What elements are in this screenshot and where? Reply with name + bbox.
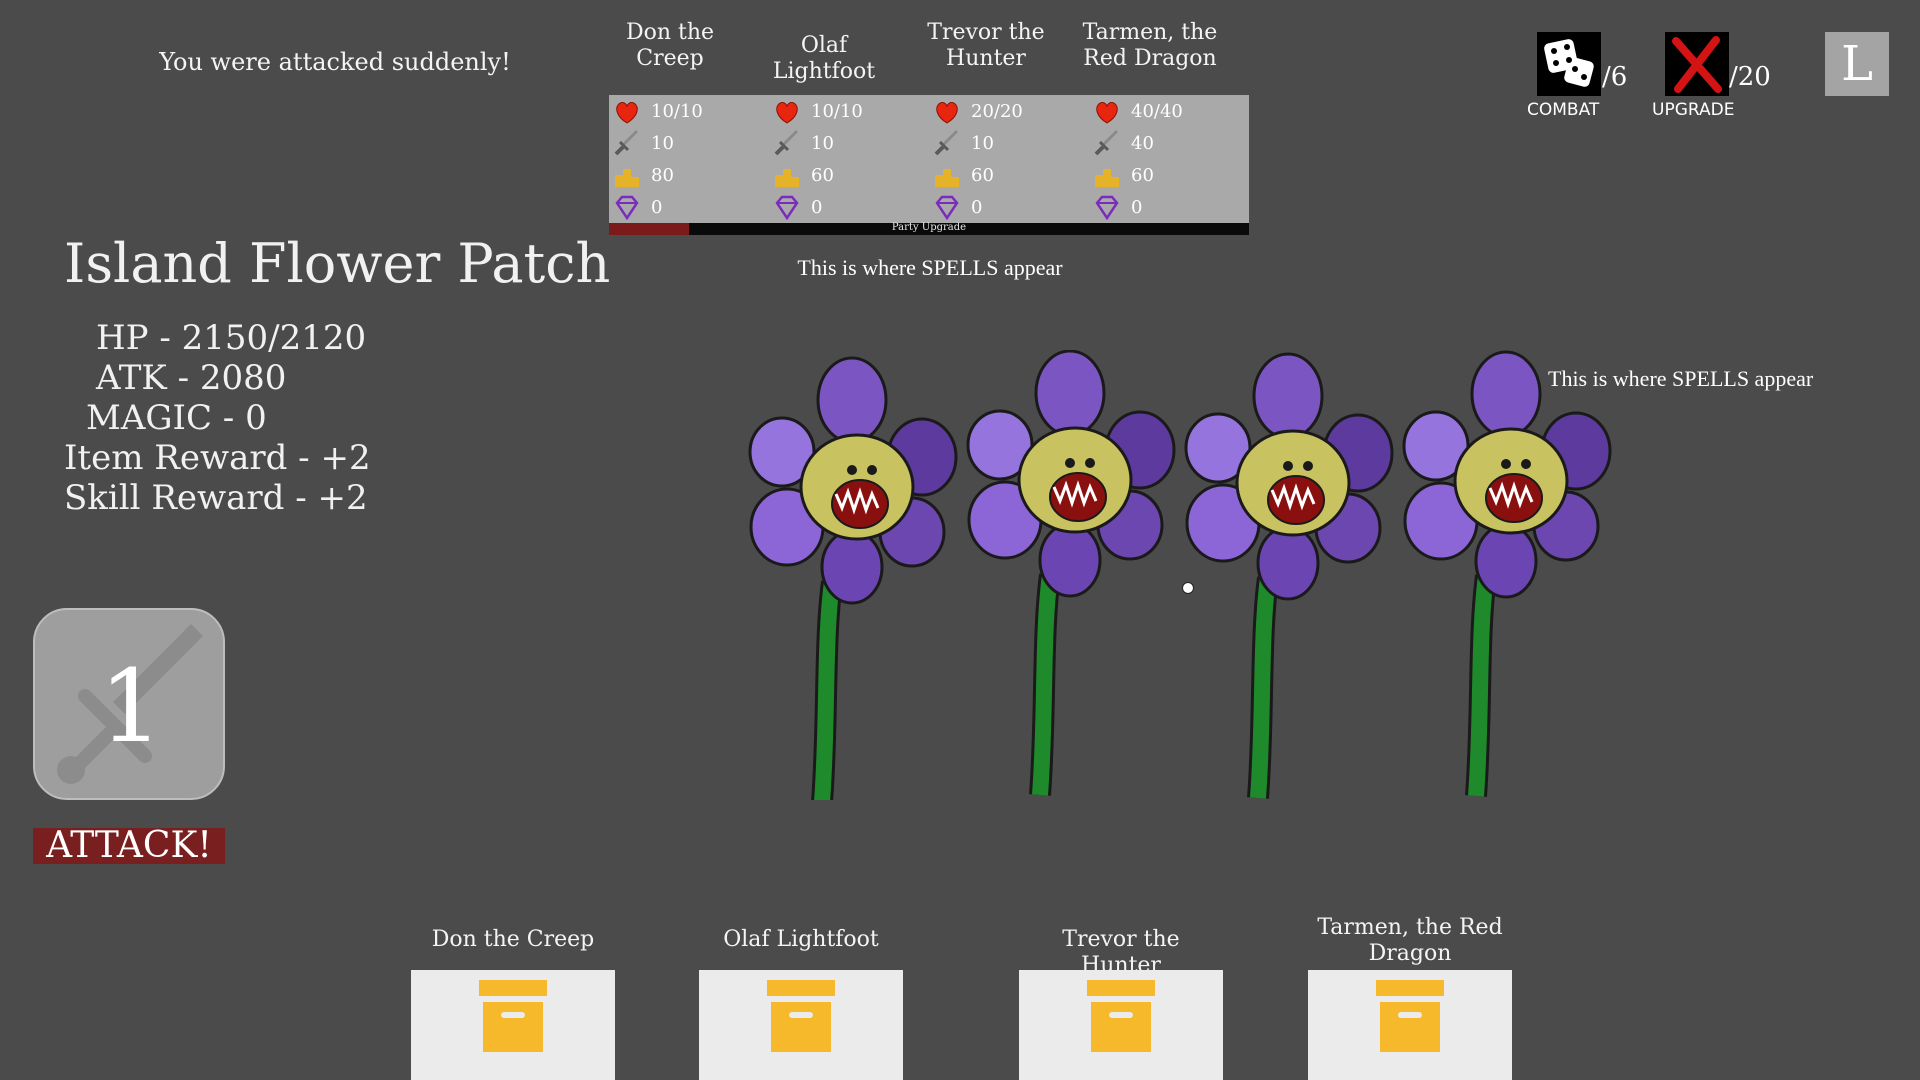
upgrade-count: /20 [1729, 62, 1771, 92]
gold-row: 60 [1089, 159, 1249, 191]
mouse-cursor [1182, 582, 1194, 594]
party-upgrade-label: Party Upgrade [891, 222, 967, 233]
upgrade-button[interactable] [1665, 32, 1729, 96]
atk-row: 10 [929, 127, 1089, 159]
hp-row: 10/10 [609, 95, 769, 127]
atk-row: 10 [609, 127, 769, 159]
box-icon [1087, 980, 1155, 1052]
sword-icon [774, 130, 798, 156]
gems-value: 0 [971, 196, 983, 218]
gem-icon [775, 195, 799, 221]
gold-value: 60 [1131, 164, 1154, 186]
skill-card[interactable]: 1 [33, 608, 225, 800]
box-icon [1376, 980, 1444, 1052]
gold-row: 60 [769, 159, 929, 191]
log-button[interactable]: L [1825, 32, 1889, 96]
atk-value: 10 [971, 132, 994, 154]
party-stats-column: 10/10 10 80 0 [609, 95, 769, 223]
hp-value: 20/20 [971, 100, 1023, 122]
dice-icon [1544, 39, 1594, 87]
enemy-flowers [740, 350, 1640, 800]
hp-value: 10/10 [811, 100, 863, 122]
gem-icon [1095, 195, 1119, 221]
party-stats-column: 20/20 10 60 0 [929, 95, 1089, 223]
event-message: You were attacked suddenly! [159, 48, 511, 76]
gold-value: 60 [811, 164, 834, 186]
flower-enemy[interactable] [750, 358, 956, 800]
upgrade-label: UPGRADE [1652, 100, 1735, 120]
gold-icon [1095, 169, 1119, 187]
hp-row: 20/20 [929, 95, 1089, 127]
inventory-slot[interactable] [411, 970, 615, 1080]
heart-icon [776, 102, 798, 124]
party-stats-panel: 10/10 10 80 0 10/10 10 60 0 20/20 10 60 … [609, 95, 1249, 223]
attack-button[interactable]: ATTACK! [33, 828, 225, 864]
enemy-atk: ATK - 2080 [96, 358, 287, 398]
combat-count: /6 [1602, 62, 1628, 92]
gems-row: 0 [769, 191, 929, 223]
combat-dice-button[interactable] [1537, 32, 1601, 96]
gold-icon [775, 169, 799, 187]
sword-icon [614, 130, 638, 156]
enemy-magic: MAGIC - 0 [86, 398, 267, 438]
gems-row: 0 [1089, 191, 1249, 223]
gems-value: 0 [1131, 196, 1143, 218]
heart-icon [936, 102, 958, 124]
gold-row: 60 [929, 159, 1089, 191]
atk-row: 40 [1089, 127, 1249, 159]
heart-icon [616, 102, 638, 124]
hp-value: 10/10 [651, 100, 703, 122]
gold-row: 80 [609, 159, 769, 191]
hp-value: 40/40 [1131, 100, 1183, 122]
inventory-name: Olaf Lightfoot [723, 927, 879, 952]
sword-icon [934, 130, 958, 156]
hp-row: 40/40 [1089, 95, 1249, 127]
gem-icon [615, 195, 639, 221]
skill-number: 1 [99, 648, 163, 765]
party-stats-column: 40/40 40 60 0 [1089, 95, 1249, 223]
skill-reward: Skill Reward - +2 [64, 478, 368, 518]
gold-value: 80 [651, 164, 674, 186]
gem-icon [935, 195, 959, 221]
party-member-name: Don the Creep [625, 20, 715, 71]
inventory-name: Tarmen, the Red Dragon [1317, 915, 1503, 966]
atk-value: 10 [651, 132, 674, 154]
inventory-slot[interactable] [1308, 970, 1512, 1080]
atk-value: 40 [1131, 132, 1154, 154]
enemy-hp: HP - 2150/2120 [96, 318, 367, 358]
hp-row: 10/10 [769, 95, 929, 127]
gold-icon [615, 169, 639, 187]
inventory-slot[interactable] [699, 970, 903, 1080]
enemy-name: Island Flower Patch [64, 232, 611, 295]
box-icon [767, 980, 835, 1052]
atk-value: 10 [811, 132, 834, 154]
spells-placeholder: This is where SPELLS appear [797, 255, 1063, 280]
combat-label: COMBAT [1527, 100, 1600, 120]
flower-enemy[interactable] [968, 351, 1174, 795]
gems-row: 0 [609, 191, 769, 223]
atk-row: 10 [769, 127, 929, 159]
gems-value: 0 [811, 196, 823, 218]
gold-value: 60 [971, 164, 994, 186]
inventory-slot[interactable] [1019, 970, 1223, 1080]
inventory-name: Don the Creep [431, 927, 595, 952]
sword-icon [1094, 130, 1118, 156]
heart-icon [1096, 102, 1118, 124]
flower-enemy[interactable] [1404, 352, 1610, 796]
party-upgrade-bar: Party Upgrade [609, 222, 1249, 235]
box-icon [479, 980, 547, 1052]
party-stats-column: 10/10 10 60 0 [769, 95, 929, 223]
item-reward: Item Reward - +2 [64, 438, 371, 478]
gems-value: 0 [651, 196, 663, 218]
x-icon [1672, 36, 1722, 93]
gems-row: 0 [929, 191, 1089, 223]
party-member-name: Trevor the Hunter [927, 20, 1045, 71]
flower-enemy[interactable] [1186, 354, 1392, 798]
party-member-name: Tarmen, the Red Dragon [1082, 20, 1218, 71]
gold-icon [935, 169, 959, 187]
party-member-name: Olaf Lightfoot [772, 33, 876, 84]
